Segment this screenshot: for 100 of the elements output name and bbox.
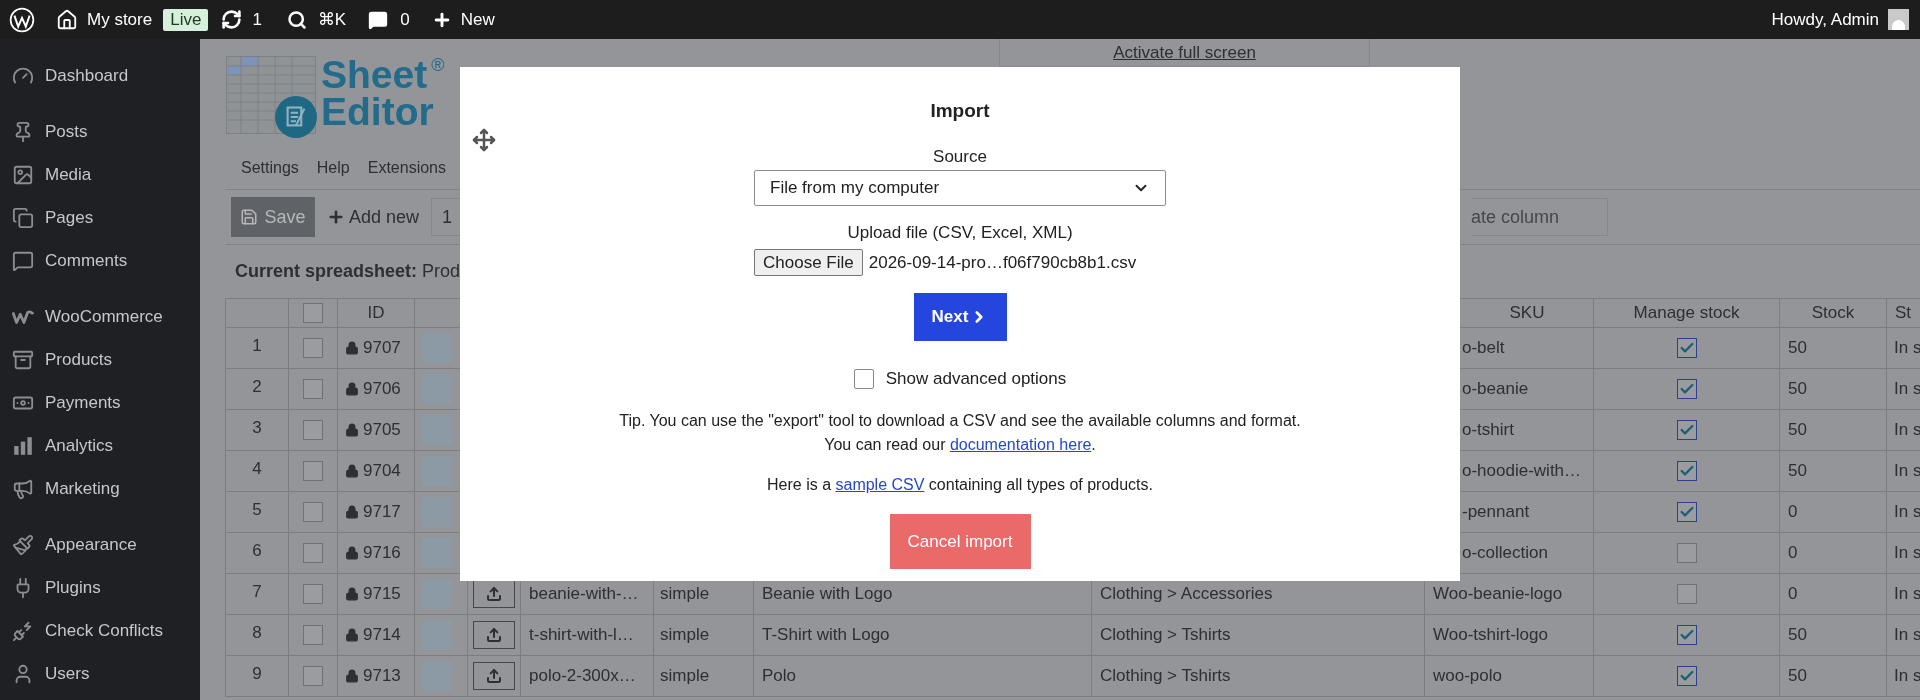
table-cell: Polo <box>754 656 1092 697</box>
checkbox[interactable] <box>1676 584 1697 604</box>
tip-text: Tip. You can use the "export" tool to download a CSV and see the available columns and format. <box>619 411 1301 431</box>
bar-chart-icon <box>11 434 34 457</box>
table-cell-text: o-hoodie-with… <box>1462 460 1582 483</box>
table-cell: T-Shirt with Logo <box>754 615 1092 656</box>
checkbox[interactable] <box>303 303 323 323</box>
box-icon <box>11 348 34 371</box>
refresh-icon[interactable] <box>221 9 243 30</box>
row-number: 4 <box>226 451 289 492</box>
checkbox[interactable] <box>303 420 323 440</box>
table-cell: In s <box>1887 328 1920 369</box>
comments-count[interactable]: 0 <box>400 6 410 33</box>
table-cell: 50 <box>1780 615 1887 656</box>
table-cell: polo-2-300x… <box>521 656 654 697</box>
checkbox[interactable] <box>303 379 323 399</box>
sidebar-item[interactable]: Check Conflicts <box>0 609 200 652</box>
home-icon[interactable] <box>56 8 78 31</box>
checkbox[interactable] <box>303 666 323 686</box>
table-cell: simple <box>654 615 754 656</box>
sidebar-item[interactable]: Marketing <box>0 467 200 510</box>
logo-icon[interactable] <box>9 6 35 33</box>
table-cell-text: 9705 <box>363 419 401 442</box>
table-cell: 0 <box>1780 533 1887 574</box>
move-icon[interactable] <box>472 128 496 152</box>
table-cell-text: o-collection <box>1462 542 1548 565</box>
media-icon <box>11 163 34 186</box>
table-cell-text: -pennant <box>1462 501 1530 524</box>
table-cell-text: 9715 <box>363 583 401 606</box>
logo-text: Editor <box>321 93 435 130</box>
comment-icon[interactable] <box>368 9 389 30</box>
checkbox[interactable] <box>303 338 323 358</box>
checkbox[interactable] <box>303 584 323 604</box>
table-cell-text: 9713 <box>363 665 401 688</box>
menu-item[interactable]: Help <box>316 156 350 180</box>
checkbox[interactable] <box>1676 461 1697 481</box>
source-select[interactable]: File from my computer <box>754 170 1166 206</box>
checkbox[interactable] <box>303 502 323 522</box>
table-cell: 50 <box>1780 369 1887 410</box>
checkbox[interactable] <box>303 625 323 645</box>
row-number: 8 <box>226 615 289 656</box>
locate-column-field[interactable]: ate column <box>1471 198 1609 236</box>
greeting[interactable]: Howdy, Admin <box>1771 6 1879 33</box>
table-cell: 50 <box>1780 410 1887 451</box>
fullscreen-link[interactable]: Activate full screen <box>1113 39 1256 66</box>
search-icon[interactable] <box>286 9 307 30</box>
documentation-link[interactable]: documentation here <box>949 436 1092 453</box>
sidebar-item[interactable]: Posts <box>0 110 200 153</box>
row-number: 7 <box>226 574 289 615</box>
tip-text: You can read our documentation here. <box>824 435 1096 455</box>
table-cell-text: 9717 <box>363 501 401 524</box>
menu-item[interactable]: Settings <box>241 156 299 180</box>
table-cell: In s <box>1887 410 1920 451</box>
checkbox[interactable] <box>1676 420 1697 440</box>
sidebar-item[interactable]: Pages <box>0 196 200 239</box>
sidebar-item[interactable]: Media <box>0 153 200 196</box>
table-cell: In s <box>1887 533 1920 574</box>
table-cell-text: 9716 <box>363 542 401 565</box>
table-cell: Clothing > Tshirts <box>1092 615 1425 656</box>
table-cell: 50 <box>1780 328 1887 369</box>
sidebar-item[interactable]: Appearance <box>0 523 200 566</box>
sidebar-item[interactable]: Users <box>0 652 200 695</box>
table-cell: Clothing > Tshirts <box>1092 656 1425 697</box>
search-shortcut[interactable]: ⌘K <box>317 6 347 33</box>
new-link[interactable]: New <box>460 6 495 33</box>
sidebar-item[interactable]: Comments <box>0 239 200 282</box>
checkbox[interactable] <box>1676 625 1697 645</box>
sidebar-item[interactable]: WooCommerce <box>0 295 200 338</box>
sample-csv-link[interactable]: sample CSV <box>835 476 925 493</box>
next-button[interactable]: Next <box>913 293 1007 341</box>
sidebar-item[interactable]: Dashboard <box>0 54 200 97</box>
checkbox[interactable] <box>1676 379 1697 399</box>
lock-icon <box>345 341 359 355</box>
checkbox[interactable] <box>1676 502 1697 522</box>
menu-item[interactable]: Extensions <box>367 156 446 180</box>
sidebar-item[interactable]: Plugins <box>0 566 200 609</box>
sidebar-item[interactable]: Products <box>0 338 200 381</box>
checkbox[interactable] <box>1676 543 1697 563</box>
site-name[interactable]: My store <box>87 6 153 33</box>
column-header: ID <box>338 299 415 328</box>
sidebar-item[interactable]: Payments <box>0 381 200 424</box>
current-spreadsheet: Current spreadsheet: Prod <box>235 260 461 283</box>
checkbox[interactable] <box>303 543 323 563</box>
updates-count[interactable]: 1 <box>252 6 262 33</box>
checkbox-label[interactable]: Show advanced options <box>885 366 1067 392</box>
table-cell: woo-polo <box>1425 656 1594 697</box>
lock-icon <box>345 628 359 642</box>
table-cell: 50 <box>1780 451 1887 492</box>
choose-file-button[interactable]: Choose File <box>754 249 863 276</box>
paintbrush-icon <box>11 533 34 556</box>
checkbox[interactable] <box>853 369 874 389</box>
add-new-button[interactable]: Add new <box>327 203 420 231</box>
checkbox[interactable] <box>1676 338 1697 358</box>
megaphone-icon <box>11 477 34 500</box>
checkbox[interactable] <box>303 461 323 481</box>
table-cell: In s <box>1887 615 1920 656</box>
table-cell-text: 9707 <box>363 337 401 360</box>
table-cell-text: o-beanie <box>1462 378 1529 401</box>
sidebar-item[interactable]: Analytics <box>0 424 200 467</box>
checkbox[interactable] <box>1676 666 1697 686</box>
